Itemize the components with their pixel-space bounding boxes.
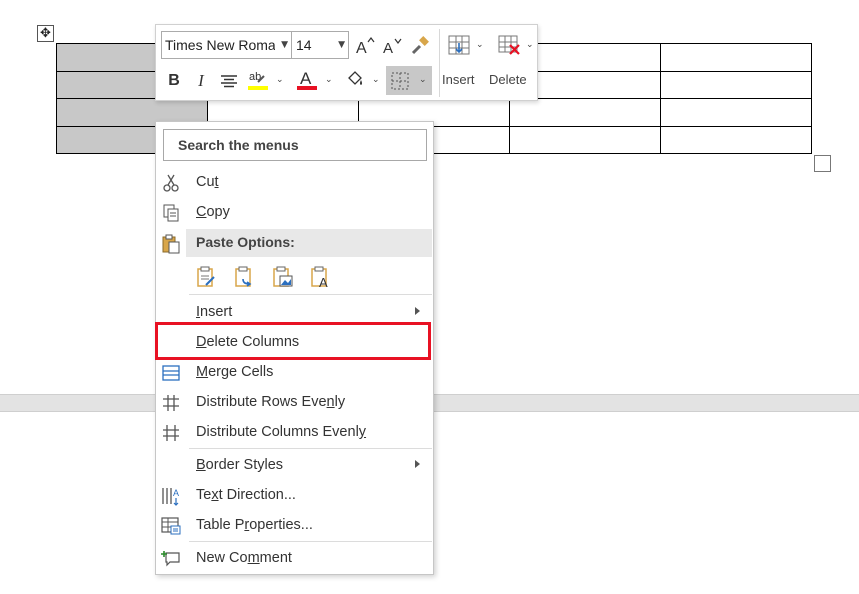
menu-item-label: Copy — [196, 204, 230, 220]
menu-item-distribute-columns-evenly[interactable]: Distribute Columns Evenly — [156, 418, 433, 448]
menu-item-label: Distribute Rows Evenly — [196, 394, 346, 410]
center-align-icon[interactable] — [218, 69, 240, 93]
menu-item-label: Distribute Columns Evenly — [196, 424, 367, 440]
font-size-value: 14 — [296, 37, 312, 53]
menu-item-label: Insert — [196, 304, 233, 320]
submenu-arrow-icon — [415, 307, 420, 315]
grow-font-icon[interactable]: A — [354, 35, 376, 57]
insert-table-icon[interactable] — [445, 31, 473, 59]
menu-item-text-direction[interactable]: A Text Direction... — [156, 481, 433, 511]
text-direction-icon: A — [161, 486, 181, 506]
paste-icon — [161, 234, 181, 254]
delete-button-label[interactable]: Delete — [489, 72, 527, 87]
copy-icon — [161, 203, 181, 223]
paste-picture-icon[interactable] — [270, 264, 296, 290]
toolbar-separator — [439, 29, 440, 97]
menu-item-border-styles[interactable]: Border Styles — [156, 451, 433, 481]
menu-separator — [189, 541, 432, 542]
submenu-arrow-icon — [415, 460, 420, 468]
table-resize-handle[interactable] — [814, 155, 831, 172]
borders-icon[interactable] — [388, 69, 412, 93]
menu-item-label: Cut — [196, 174, 219, 190]
chevron-down-icon[interactable]: ⌄ — [372, 75, 380, 85]
chevron-down-icon[interactable]: ⌄ — [325, 75, 333, 85]
menu-item-label: Border Styles — [196, 457, 284, 473]
paste-keep-source-formatting-icon[interactable] — [194, 264, 220, 290]
menu-item-distribute-rows-evenly[interactable]: Distribute Rows Evenly — [156, 388, 433, 418]
menu-item-label: Text Direction... — [196, 487, 296, 503]
menu-item-copy[interactable]: Copy — [156, 198, 433, 228]
menu-separator — [189, 294, 432, 295]
table-cell[interactable] — [509, 98, 661, 127]
format-painter-icon[interactable] — [408, 34, 432, 58]
svg-text:A: A — [383, 40, 393, 55]
merge-cells-icon — [161, 363, 181, 383]
menu-item-label: Delete Columns — [196, 334, 300, 350]
font-color-icon[interactable]: A — [295, 67, 319, 93]
menu-item-merge-cells[interactable]: Merge Cells — [156, 358, 433, 388]
table-cell[interactable] — [660, 98, 812, 127]
chevron-down-icon[interactable]: ⌄ — [526, 40, 534, 50]
shrink-font-icon[interactable]: A — [381, 35, 403, 57]
chevron-down-icon[interactable]: ⌄ — [476, 40, 484, 50]
new-comment-icon — [161, 549, 181, 569]
svg-text:A: A — [173, 488, 179, 498]
scissors-icon — [161, 173, 181, 193]
bold-icon[interactable]: B — [164, 69, 184, 93]
context-menu: Search the menus Cut Copy Paste Options: — [155, 121, 434, 575]
search-menus-input[interactable]: Search the menus — [163, 129, 427, 161]
chevron-down-icon[interactable]: ⌄ — [276, 75, 284, 85]
mini-toolbar: Times New Roman ▼ 14 ▼ A A ⌄ ⌄ Insert De… — [155, 24, 538, 101]
menu-item-table-properties[interactable]: Table Properties... — [156, 511, 433, 541]
font-name-value: Times New Roman — [165, 37, 275, 53]
menu-item-cut[interactable]: Cut — [156, 168, 433, 198]
table-cell[interactable] — [660, 70, 812, 99]
table-cell[interactable] — [509, 125, 661, 154]
font-name-combobox[interactable]: Times New Roman ▼ — [161, 31, 292, 59]
table-cell[interactable] — [660, 43, 812, 72]
table-move-handle[interactable]: ✥ — [37, 25, 54, 42]
word-document-canvas: ✥ Times New Roman ▼ 14 ▼ A A ⌄ ⌄ Insert … — [0, 0, 859, 594]
distribute-rows-icon — [161, 393, 181, 413]
menu-item-delete-columns[interactable]: Delete Columns — [156, 328, 433, 358]
italic-icon[interactable]: I — [191, 69, 211, 93]
menu-item-insert[interactable]: Insert — [156, 298, 433, 328]
menu-item-label: New Comment — [196, 550, 292, 566]
distribute-columns-icon — [161, 423, 181, 443]
font-size-combobox[interactable]: 14 ▼ — [292, 31, 349, 59]
menu-item-label: Merge Cells — [196, 364, 274, 380]
svg-text:A: A — [300, 69, 312, 88]
table-cell[interactable] — [660, 125, 812, 154]
search-menus-placeholder: Search the menus — [178, 137, 299, 153]
insert-button-label[interactable]: Insert — [442, 72, 475, 87]
svg-text:A: A — [319, 275, 328, 289]
delete-table-icon[interactable] — [495, 31, 523, 59]
chevron-down-icon[interactable]: ▼ — [338, 40, 345, 50]
chevron-down-icon[interactable]: ▼ — [281, 40, 288, 50]
svg-text:A: A — [356, 40, 367, 55]
chevron-down-icon[interactable]: ⌄ — [419, 75, 427, 85]
shading-icon[interactable] — [343, 67, 367, 93]
menu-item-label: Table Properties... — [196, 517, 313, 533]
menu-separator — [189, 448, 432, 449]
paste-merge-formatting-icon[interactable] — [232, 264, 258, 290]
menu-item-new-comment[interactable]: New Comment — [156, 544, 433, 574]
paste-options-label: Paste Options: — [196, 234, 295, 250]
table-properties-icon — [161, 516, 181, 536]
paste-options-header: Paste Options: — [186, 229, 432, 257]
paste-text-only-icon[interactable]: A — [308, 264, 334, 290]
highlight-icon[interactable]: ab — [246, 67, 270, 93]
